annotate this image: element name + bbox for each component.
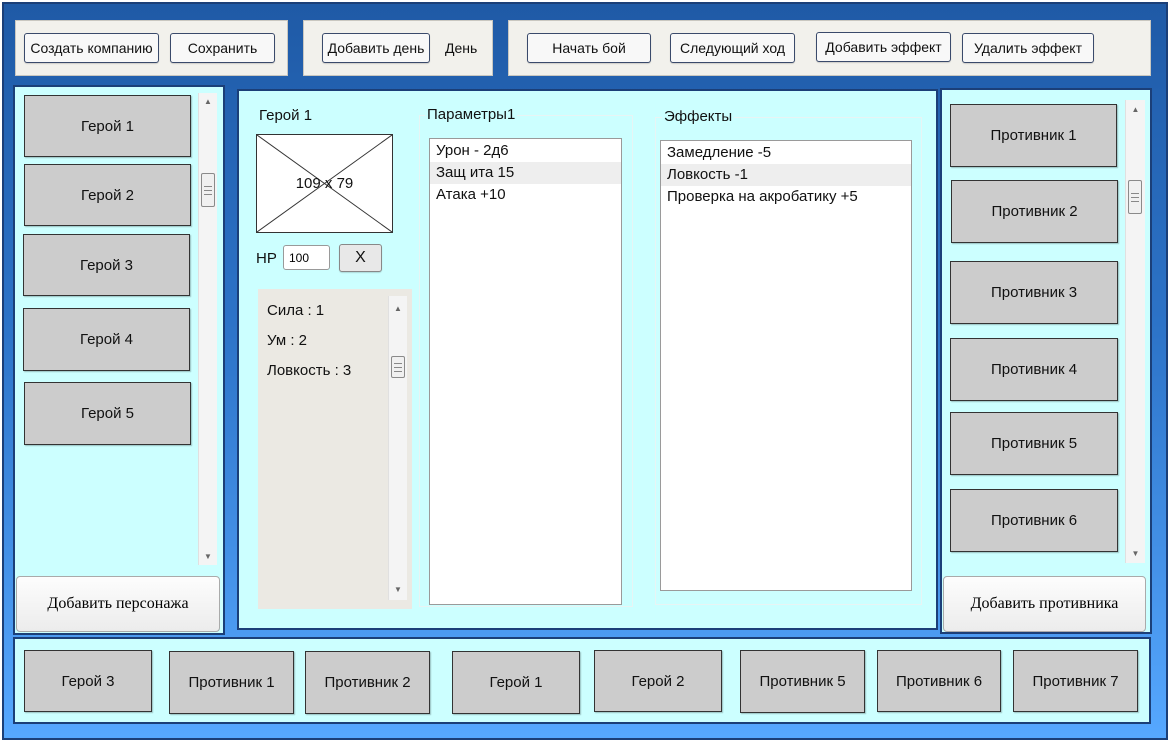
hero-card[interactable]: Герой 4 [23,308,190,371]
create-company-button[interactable]: Создать компанию [24,33,159,63]
enemy-card[interactable]: Противник 6 [950,489,1118,552]
scroll-up-icon[interactable]: ▲ [1126,105,1145,114]
enemies-scrollbar[interactable]: ▲ ▼ [1125,100,1145,563]
scroll-thumb[interactable] [391,356,405,378]
param-item[interactable]: Урон - 2д6 [430,140,621,162]
turn-order-card[interactable]: Противник 5 [740,650,865,713]
portrait-size-label: 109 x 79 [295,175,354,192]
effect-item[interactable]: Ловкость -1 [661,164,911,186]
scroll-thumb[interactable] [201,173,215,207]
enemy-card[interactable]: Противник 2 [951,180,1118,243]
turn-order-card[interactable]: Противник 2 [305,651,430,714]
next-turn-button[interactable]: Следующий ход [670,33,795,63]
turn-order-card[interactable]: Герой 1 [452,651,580,714]
effects-list[interactable]: Замедление -5 Ловкость -1 Проверка на ак… [660,140,912,591]
save-button[interactable]: Сохранить [170,33,275,63]
remove-effect-button[interactable]: Удалить эффект [962,33,1094,63]
params-title: Параметры1 [425,106,518,123]
add-effect-button[interactable]: Добавить эффект [816,32,951,62]
enemy-card[interactable]: Противник 5 [950,412,1118,475]
params-list[interactable]: Урон - 2д6 Защ ита 15 Атака +10 [429,138,622,605]
scroll-thumb[interactable] [1128,180,1142,214]
scroll-up-icon[interactable]: ▲ [199,97,217,106]
scroll-down-icon[interactable]: ▼ [389,585,407,594]
stats-scrollbar[interactable]: ▲ ▼ [388,296,407,600]
turn-order-card[interactable]: Герой 2 [594,650,722,712]
hero-card[interactable]: Герой 2 [24,164,191,226]
start-battle-button[interactable]: Начать бой [527,33,651,63]
turn-order-card[interactable]: Противник 6 [877,650,1001,712]
turn-order-card[interactable]: Герой 3 [24,650,152,712]
param-item[interactable]: Защ ита 15 [430,162,621,184]
hero-card[interactable]: Герой 3 [23,234,190,296]
day-label: День [445,40,478,56]
enemy-card[interactable]: Противник 3 [950,261,1118,324]
hero-card[interactable]: Герой 5 [24,382,191,445]
hp-input[interactable] [283,245,330,270]
scroll-down-icon[interactable]: ▼ [199,552,217,561]
effect-item[interactable]: Замедление -5 [661,142,911,164]
scroll-down-icon[interactable]: ▼ [1126,549,1145,558]
param-item[interactable]: Атака +10 [430,184,621,206]
enemy-card[interactable]: Противник 1 [950,104,1117,167]
add-hero-button[interactable]: Добавить персонажа [16,576,220,632]
effect-item[interactable]: Проверка на акробатику +5 [661,186,911,208]
enemy-card[interactable]: Противник 4 [950,338,1118,401]
stat-item: Сила : 1 [267,302,325,319]
hero-card[interactable]: Герой 1 [24,95,191,157]
add-day-button[interactable]: Добавить день [322,33,430,63]
close-button[interactable]: X [339,244,382,272]
turn-order-card[interactable]: Противник 7 [1013,650,1138,712]
stat-item: Ум : 2 [267,332,308,349]
hero-portrait-placeholder: 109 x 79 [256,134,393,233]
turn-order-card[interactable]: Противник 1 [169,651,294,714]
hp-label: HP [256,250,277,267]
heroes-scrollbar[interactable]: ▲ ▼ [198,93,217,565]
effects-title: Эффекты [662,108,735,125]
hero-name: Герой 1 [259,107,313,124]
stat-item: Ловкость : 3 [267,362,352,379]
scroll-up-icon[interactable]: ▲ [389,304,407,313]
add-enemy-button[interactable]: Добавить противника [943,576,1146,632]
